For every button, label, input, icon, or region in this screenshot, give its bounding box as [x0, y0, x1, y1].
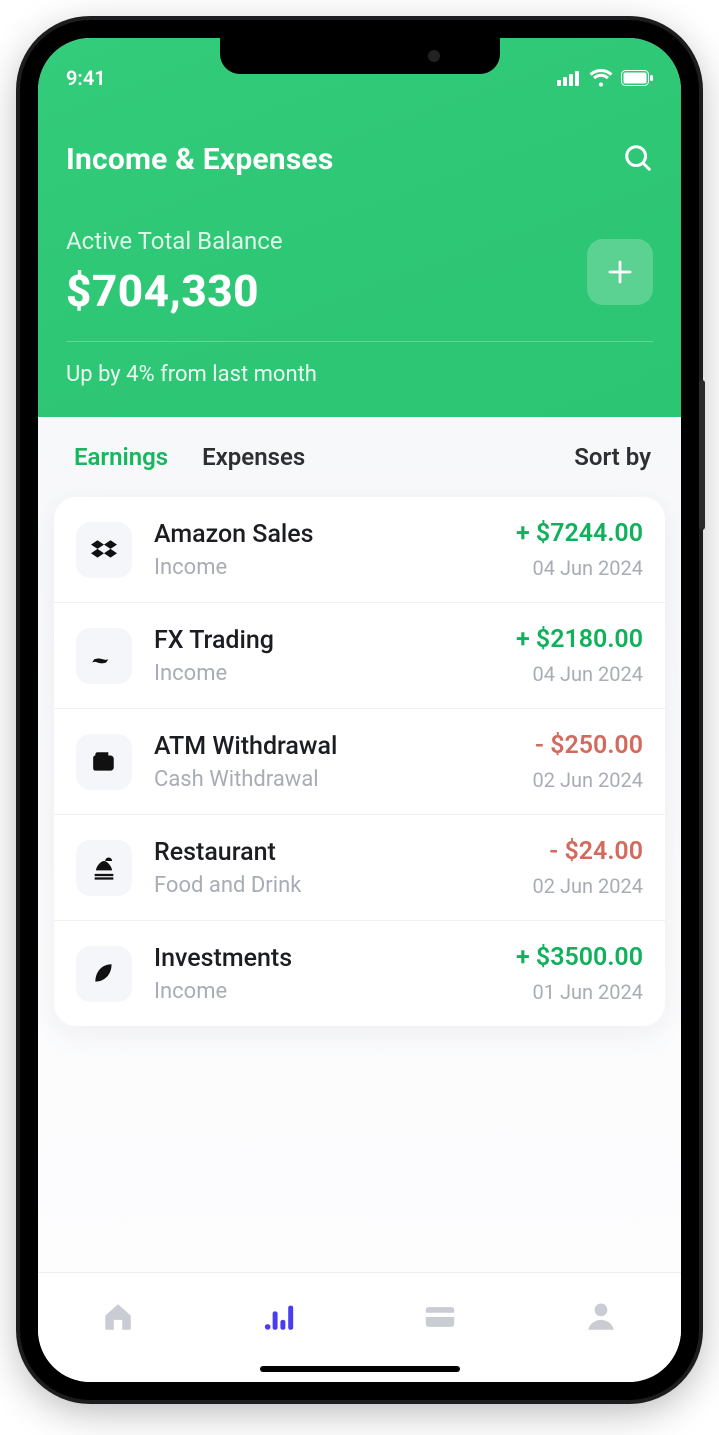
balance-label: Active Total Balance — [66, 227, 283, 255]
trade-icon — [76, 628, 132, 684]
search-icon — [623, 143, 653, 173]
transaction-amount: + $2180.00 — [516, 625, 643, 654]
transaction-row[interactable]: FX Trading Income + $2180.00 04 Jun 2024 — [54, 603, 665, 709]
transaction-row[interactable]: ATM Withdrawal Cash Withdrawal - $250.00… — [54, 709, 665, 815]
leaf-icon — [76, 946, 132, 1002]
person-icon — [584, 1300, 618, 1334]
add-button[interactable] — [587, 239, 653, 305]
transaction-date: 01 Jun 2024 — [516, 980, 643, 1004]
divider — [66, 341, 653, 342]
nav-home[interactable] — [101, 1300, 135, 1338]
transaction-row[interactable]: Amazon Sales Income + $7244.00 04 Jun 20… — [54, 497, 665, 603]
home-icon — [101, 1300, 135, 1334]
transactions-card: Amazon Sales Income + $7244.00 04 Jun 20… — [54, 497, 665, 1026]
transaction-row[interactable]: Investments Income + $3500.00 01 Jun 202… — [54, 921, 665, 1026]
transaction-date: 02 Jun 2024 — [533, 874, 643, 898]
sort-button[interactable]: Sort by — [574, 443, 651, 471]
home-indicator[interactable] — [260, 1366, 460, 1372]
page-title: Income & Expenses — [66, 142, 333, 177]
nav-cards[interactable] — [423, 1300, 457, 1338]
balance-delta: Up by 4% from last month — [66, 362, 653, 387]
wallet-icon — [76, 734, 132, 790]
wifi-icon — [589, 69, 613, 87]
transaction-title: Investments — [154, 944, 516, 973]
transaction-amount: + $3500.00 — [516, 943, 643, 972]
transaction-subtitle: Cash Withdrawal — [154, 767, 533, 792]
balance-value: $704,330 — [66, 265, 283, 317]
cellular-icon — [557, 70, 581, 86]
dropbox-icon — [76, 522, 132, 578]
food-icon — [76, 840, 132, 896]
transaction-subtitle: Income — [154, 979, 516, 1004]
transaction-subtitle: Food and Drink — [154, 873, 533, 898]
nav-stats[interactable] — [262, 1300, 296, 1338]
transaction-amount: - $24.00 — [533, 837, 643, 866]
tab-expenses[interactable]: Expenses — [202, 443, 305, 471]
plus-icon — [605, 257, 635, 287]
battery-icon — [621, 70, 653, 86]
transaction-title: FX Trading — [154, 626, 516, 655]
transaction-date: 04 Jun 2024 — [516, 662, 643, 686]
status-indicators — [557, 69, 653, 87]
status-time: 9:41 — [66, 66, 106, 90]
nav-profile[interactable] — [584, 1300, 618, 1338]
bar-chart-icon — [262, 1300, 296, 1334]
transaction-row[interactable]: Restaurant Food and Drink - $24.00 02 Ju… — [54, 815, 665, 921]
transaction-subtitle: Income — [154, 661, 516, 686]
transaction-title: Restaurant — [154, 838, 533, 867]
transaction-title: Amazon Sales — [154, 520, 516, 549]
transaction-date: 04 Jun 2024 — [516, 556, 643, 580]
transaction-date: 02 Jun 2024 — [533, 768, 643, 792]
card-icon — [423, 1300, 457, 1334]
transaction-amount: - $250.00 — [533, 731, 643, 760]
transaction-amount: + $7244.00 — [516, 519, 643, 548]
search-button[interactable] — [623, 143, 653, 177]
tab-earnings[interactable]: Earnings — [74, 443, 168, 471]
transaction-title: ATM Withdrawal — [154, 732, 533, 761]
transaction-subtitle: Income — [154, 555, 516, 580]
